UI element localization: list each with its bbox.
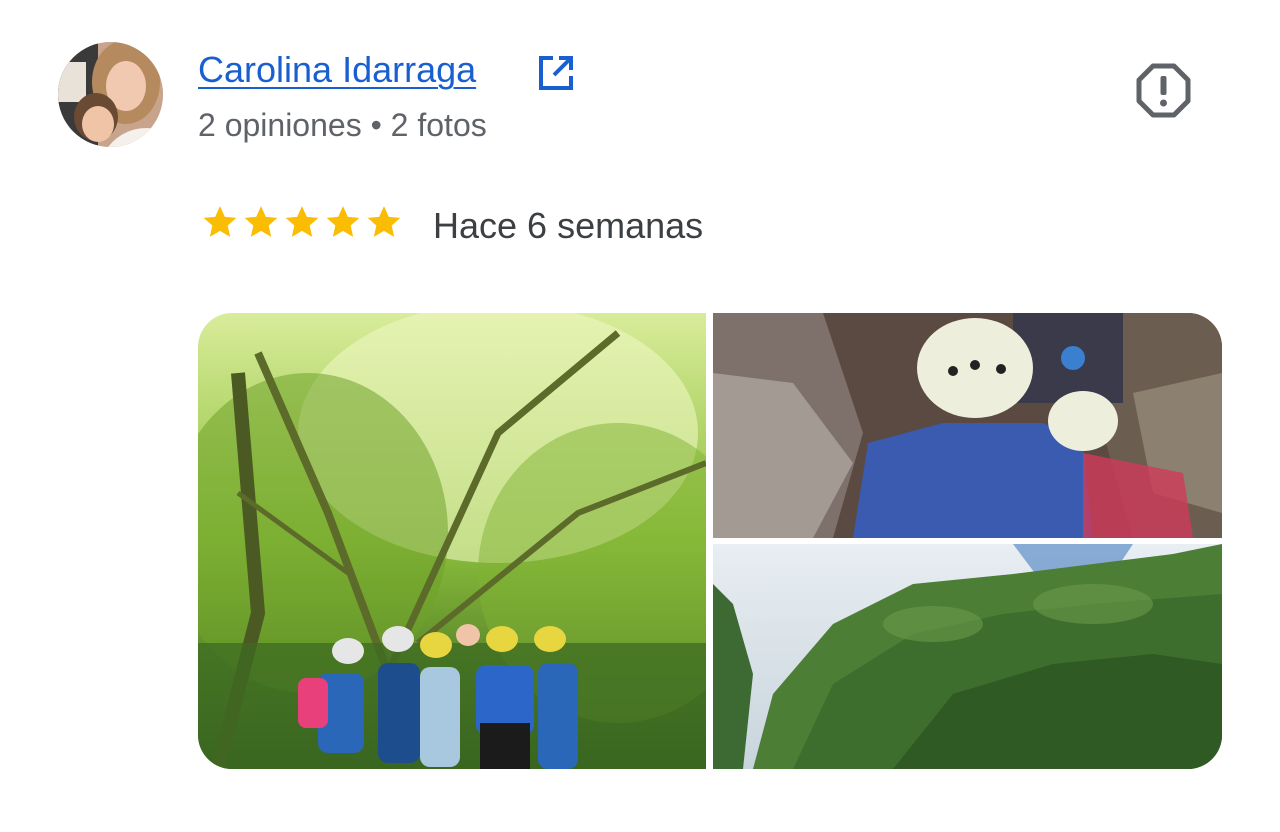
report-icon[interactable] [1136, 63, 1191, 118]
star-icon [203, 206, 237, 237]
open-in-new-icon[interactable] [537, 54, 575, 92]
star-icon [244, 206, 278, 237]
review-photo[interactable] [713, 313, 1222, 538]
star-rating [200, 202, 404, 242]
reviewer-stats: 2 opiniones • 2 fotos [198, 107, 487, 143]
star-icon [285, 206, 319, 237]
star-icon [326, 206, 360, 237]
review-card: Carolina Idarraga 2 opiniones • 2 fotos … [0, 0, 1280, 832]
review-photo[interactable] [713, 544, 1222, 769]
reviewer-avatar[interactable] [58, 42, 163, 147]
review-photo-grid [198, 313, 1222, 769]
reviewer-name-link[interactable]: Carolina Idarraga [198, 46, 476, 94]
review-photo[interactable] [198, 313, 706, 769]
review-date: Hace 6 semanas [433, 205, 704, 246]
star-icon [367, 206, 401, 237]
